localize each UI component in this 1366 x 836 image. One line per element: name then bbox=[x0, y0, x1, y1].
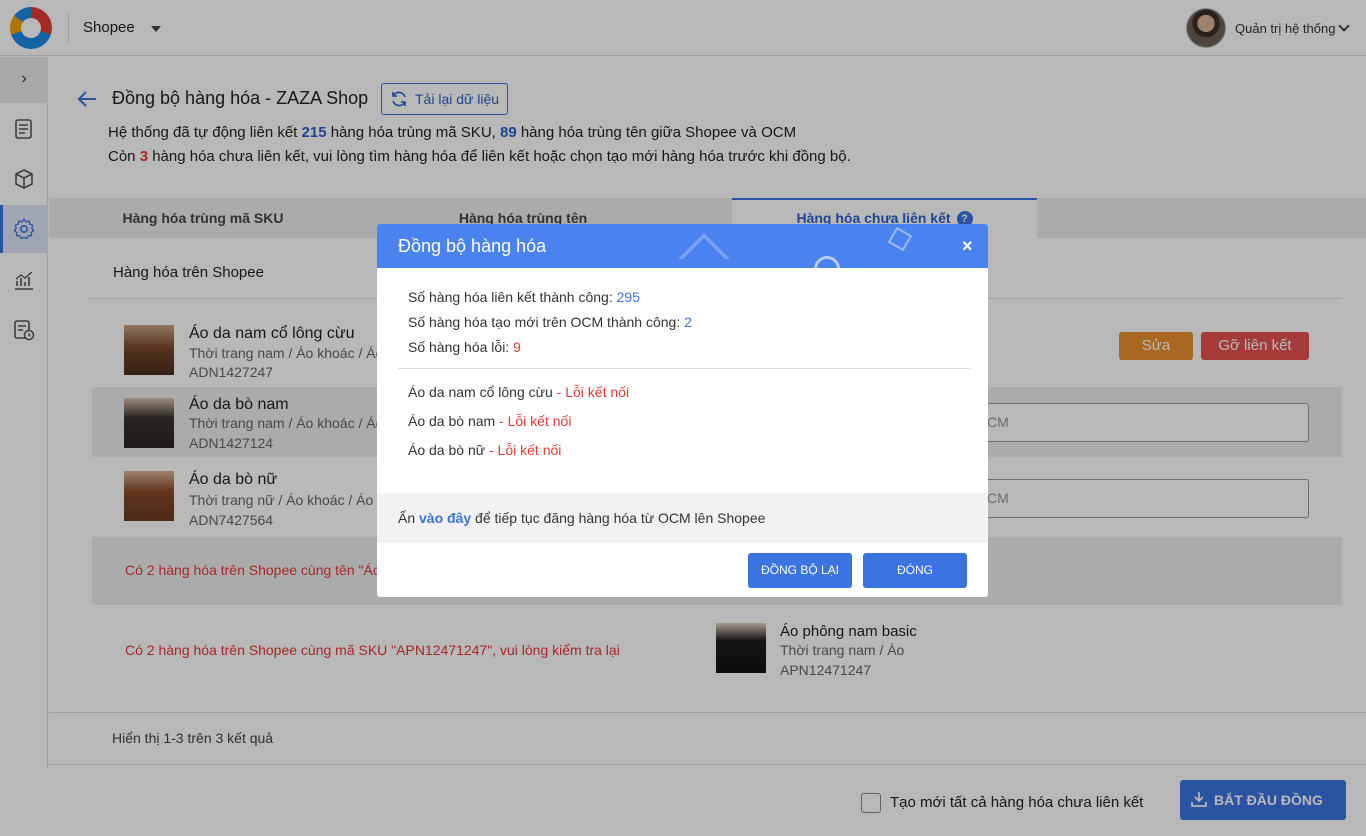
error-list-item: Áo da bò nam - Lỗi kết nối bbox=[408, 413, 572, 429]
close-button[interactable]: ĐÓNG bbox=[863, 553, 967, 588]
decor-triangle-inner bbox=[683, 238, 725, 259]
sync-result-dialog: Đồng bộ hàng hóa × Số hàng hóa liên kết … bbox=[377, 224, 988, 597]
resync-button[interactable]: ĐỒNG BỘ LẠI bbox=[748, 553, 852, 588]
dialog-note: Ấn vào đây để tiếp tục đăng hàng hóa từ … bbox=[398, 510, 766, 526]
divider bbox=[398, 368, 971, 369]
stat-linked: Số hàng hóa liên kết thành công: 295 bbox=[408, 289, 640, 305]
stat-created: Số hàng hóa tạo mới trên OCM thành công:… bbox=[408, 314, 692, 330]
close-icon[interactable]: × bbox=[962, 236, 973, 257]
dialog-title: Đồng bộ hàng hóa bbox=[398, 236, 547, 256]
decor-circle-icon bbox=[814, 256, 840, 269]
error-list-item: Áo da nam cổ lông cừu - Lỗi kết nối bbox=[408, 384, 630, 400]
continue-link[interactable]: vào đây bbox=[419, 510, 471, 526]
error-list-item: Áo da bò nữ - Lỗi kết nối bbox=[408, 442, 562, 458]
stat-errors: Số hàng hóa lỗi: 9 bbox=[408, 339, 521, 355]
